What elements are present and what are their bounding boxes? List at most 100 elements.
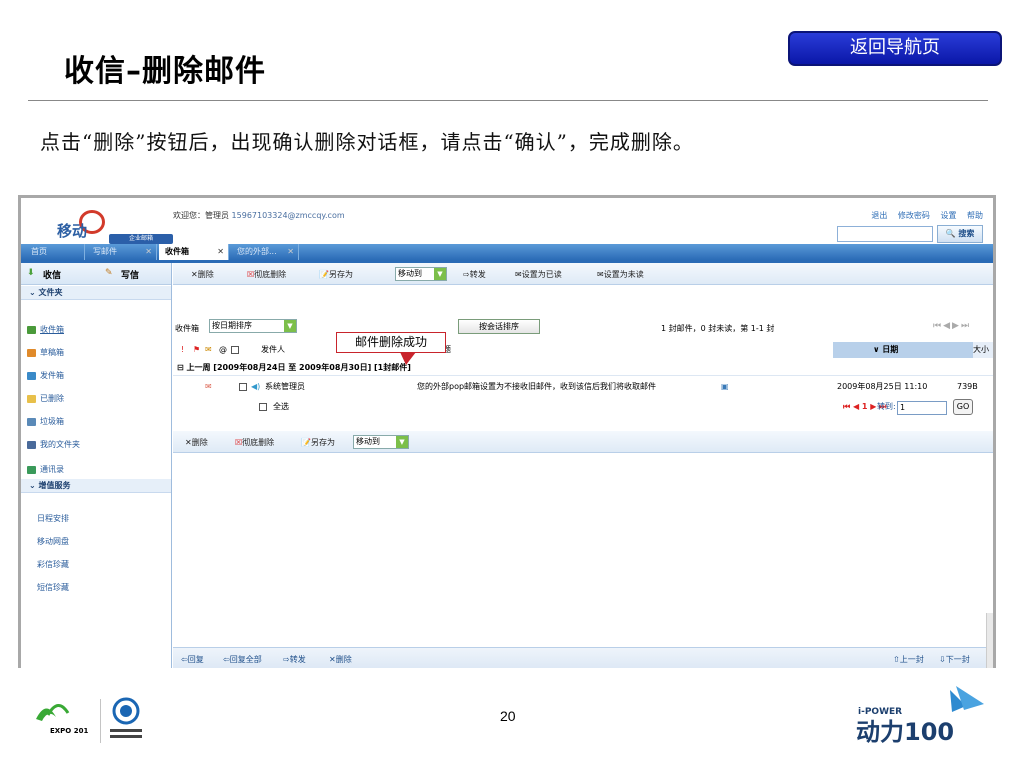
ipower-text: i-POWER [858, 707, 902, 717]
save-as-button-2[interactable]: 📝另存为 [301, 437, 335, 448]
settings-link[interactable]: 设置 [940, 211, 956, 220]
compose-button[interactable]: 写信 [121, 268, 139, 281]
compose-icon: ✎ [105, 268, 113, 278]
col-size[interactable]: 大小 [973, 342, 993, 358]
my-folders-icon [27, 440, 36, 449]
sort-select[interactable]: 按日期排序 ▼ [209, 319, 297, 333]
col-date[interactable]: ∨ 日期 [833, 342, 973, 358]
sidebar-item-label: 发件箱 [40, 371, 64, 380]
tab-label: 写邮件 [93, 247, 117, 256]
mail-type-icon: ✉ [205, 382, 212, 391]
folder-label: 收件箱 [175, 324, 199, 333]
services-header[interactable]: ⌄ 增值服务 [21, 479, 171, 493]
sidebar-item-junk[interactable]: 垃圾箱 [27, 416, 64, 427]
back-to-nav-button[interactable]: 返回导航页 [788, 31, 1002, 66]
welcome-prefix: 欢迎您：管理员 [173, 211, 229, 220]
attachment-icon: @ [219, 345, 227, 354]
flag-icon: ⚑ [193, 345, 201, 354]
sidebar-item-contacts[interactable]: 通讯录 [27, 464, 64, 475]
sidebar-item-calendar[interactable]: 日程安排 [37, 513, 69, 524]
col-date-label: 日期 [882, 345, 899, 354]
search-input[interactable] [837, 226, 933, 242]
tab-home[interactable]: 首页 [25, 244, 85, 260]
perm-delete-button[interactable]: ☒彻底删除 [247, 269, 286, 280]
move-to-select[interactable]: 移动到 ▼ [395, 267, 447, 281]
delete-button[interactable]: ✕删除 [191, 269, 214, 280]
folders-header-label: 文件夹 [38, 288, 63, 297]
ipower-logo: i-POWER 动力100 [856, 686, 984, 746]
row-checkbox[interactable] [239, 383, 247, 391]
reply-button[interactable]: ⇦回复 [181, 654, 204, 665]
perm-delete-button-2[interactable]: ☒彻底删除 [235, 437, 274, 448]
change-password-link[interactable]: 修改密码 [898, 211, 930, 220]
forward-label: 转发 [289, 655, 306, 664]
sidebar-item-sent[interactable]: 发件箱 [27, 370, 64, 381]
top-toolbar: ✕删除 ☒彻底删除 📝另存为 移动到 ▼ ⇨转发 ✉设置为已读 ✉设置为未读 [173, 263, 993, 285]
save-as-label: 另存为 [328, 270, 353, 279]
ipower-main-text: 动力100 [856, 718, 954, 746]
forward-button-2[interactable]: ⇨转发 [283, 654, 306, 665]
sidebar-item-label: 垃圾箱 [40, 417, 64, 426]
preview-icon[interactable]: ▣ [721, 377, 729, 397]
user-email: 15967103324@zmccqy.com [231, 211, 345, 220]
forward-button[interactable]: ⇨转发 [463, 269, 486, 280]
help-link[interactable]: 帮助 [967, 211, 983, 220]
priority-icon: ! [181, 345, 185, 354]
prev-mail-button[interactable]: ⇧上一封 [893, 654, 924, 665]
select-all-checkbox[interactable] [259, 403, 267, 411]
tab-external[interactable]: 您的外部... ✕ [231, 244, 299, 260]
logo-badge: 企业邮箱 [109, 234, 173, 244]
table-row[interactable]: ✉ ◀) 系统管理员 您的外部pop邮箱设置为不接收旧邮件，收到该信后我们将收取… [173, 377, 993, 397]
tab-inbox[interactable]: 收件箱 ✕ [159, 244, 229, 260]
save-as-button[interactable]: 📝另存为 [319, 269, 353, 280]
mail-screenshot: 移动 企业邮箱 欢迎您：管理员 15967103324@zmccqy.com 退… [18, 195, 996, 668]
delete-button-3[interactable]: ✕删除 [329, 654, 352, 665]
mark-unread-button[interactable]: ✉设置为未读 [597, 269, 644, 280]
sidebar-item-netdisk[interactable]: 移动网盘 [37, 536, 69, 547]
row-subject[interactable]: 您的外部pop邮箱设置为不接收旧邮件，收到该信后我们将收取邮件 [417, 377, 656, 397]
move-to-value: 移动到 [398, 269, 422, 278]
speaker-icon: ◀) [251, 382, 261, 391]
search-button[interactable]: 🔍 搜索 [937, 225, 983, 243]
tab-compose[interactable]: 写邮件 ✕ [87, 244, 157, 260]
success-callout: 邮件删除成功 [336, 332, 446, 353]
sidebar-item-inbox[interactable]: 收件箱 [27, 324, 64, 335]
week-group-row[interactable]: ⊟ 上一周 [2009年08月24日 至 2009年08月30日] [1封邮件] [173, 360, 993, 376]
sidebar-item-sms[interactable]: 短信珍藏 [37, 582, 69, 593]
mail-count: 1 封邮件，0 封未读，第 1-1 封 [661, 324, 775, 333]
mail-header: 移动 企业邮箱 欢迎您：管理员 15967103324@zmccqy.com 退… [21, 198, 993, 263]
folders-header[interactable]: ⌄ 文件夹 [21, 286, 171, 300]
scrollbar[interactable] [986, 613, 993, 668]
expo-2010-logo: EXPO 2010 [36, 704, 88, 735]
deleted-icon [27, 394, 36, 403]
close-icon[interactable]: ✕ [287, 244, 294, 260]
week-group-label: 上一周 [2009年08月24日 至 2009年08月30日] [1封邮件] [186, 363, 411, 372]
delete-button-2[interactable]: ✕删除 [185, 437, 208, 448]
pager-nav-icons[interactable]: ⏮◀▶⏭ [933, 321, 971, 331]
bottom-toolbar: ✕删除 ☒彻底删除 📝另存为 移动到 ▼ [173, 431, 993, 453]
row-sender[interactable]: 系统管理员 [265, 377, 305, 397]
close-icon[interactable]: ✕ [217, 244, 224, 260]
move-to-select-2[interactable]: 移动到 ▼ [353, 435, 409, 449]
sidebar-item-mms[interactable]: 彩信珍藏 [37, 559, 69, 570]
col-sender[interactable]: 发件人 [261, 342, 285, 358]
sidebar: ⬇ 收信 ✎ 写信 ⌄ 文件夹 收件箱 草稿箱 发件箱 已删除 垃圾箱 我的文件… [21, 263, 172, 668]
next-mail-button[interactable]: ⇩下一封 [939, 654, 970, 665]
goto-page-input[interactable]: 1 [897, 401, 947, 415]
sidebar-item-my-folders[interactable]: 我的文件夹 [27, 439, 80, 450]
column-header: ! ⚑ ✉ @ 发件人 题 ∨ 日期 大小 [173, 342, 993, 358]
inbox-icon [27, 325, 36, 334]
search-button-label: 搜索 [958, 229, 975, 238]
mark-read-button[interactable]: ✉设置为已读 [515, 269, 562, 280]
go-button[interactable]: GO [953, 399, 973, 415]
receive-button[interactable]: 收信 [43, 268, 61, 281]
reply-all-button[interactable]: ⇦回复全部 [223, 654, 262, 665]
logout-link[interactable]: 退出 [871, 211, 887, 220]
sidebar-item-deleted[interactable]: 已删除 [27, 393, 64, 404]
chevron-down-icon: ▼ [396, 436, 408, 448]
header-checkbox[interactable] [231, 346, 239, 354]
close-icon[interactable]: ✕ [145, 244, 152, 260]
sort-by-session-button[interactable]: 按会话排序 [458, 319, 540, 334]
delete-label: 删除 [191, 438, 208, 447]
sidebar-item-drafts[interactable]: 草稿箱 [27, 347, 64, 358]
